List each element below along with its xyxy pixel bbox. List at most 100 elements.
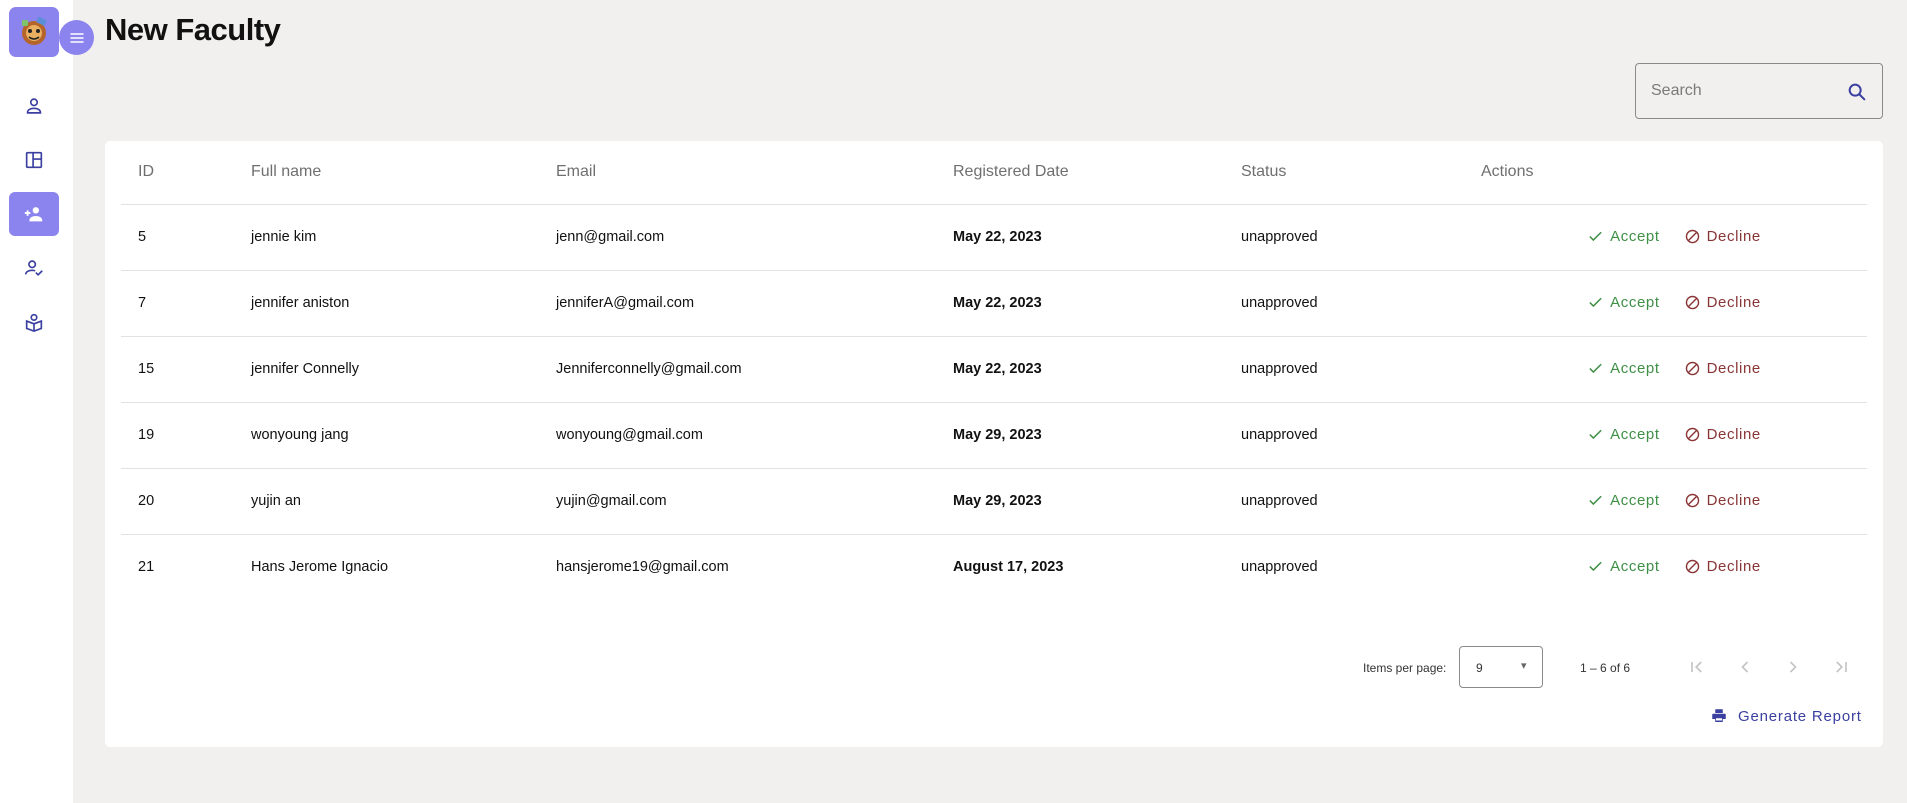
cell-status: unapproved xyxy=(1224,336,1464,403)
generate-report-label: Generate Report xyxy=(1738,707,1862,725)
page-range-label: 1 – 6 of 6 xyxy=(1580,661,1631,675)
col-header-status[interactable]: Status xyxy=(1224,141,1464,205)
table-body: 5 jennie kim jenn@gmail.com May 22, 2023 una… xyxy=(121,204,1867,600)
decline-label: Decline xyxy=(1706,293,1761,311)
decline-label: Decline xyxy=(1706,557,1761,575)
mascot-logo-icon xyxy=(22,16,47,45)
table-row: 15 jennifer Connelly Jenniferconnelly@gmai… xyxy=(121,336,1867,403)
school-book-icon xyxy=(25,313,43,333)
col-header-email[interactable]: Email xyxy=(539,141,936,205)
nav-item-courses[interactable] xyxy=(9,300,59,344)
cell-email: Jenniferconnelly@gmail.com xyxy=(539,336,936,403)
cell-registered-date: May 29, 2023 xyxy=(936,402,1224,469)
col-header-id[interactable]: ID xyxy=(121,141,234,205)
app-logo[interactable] xyxy=(9,7,59,57)
search-icon[interactable] xyxy=(1846,81,1868,103)
items-per-page-label: Items per page: xyxy=(1363,661,1447,675)
table-row: 21 Hans Jerome Ignacio hansjerome19@gmail.… xyxy=(121,534,1867,600)
cell-id: 15 xyxy=(121,336,234,403)
col-header-actions: Actions xyxy=(1464,141,1867,205)
table-row: 5 jennie kim jenn@gmail.com May 22, 2023 una… xyxy=(121,204,1867,271)
chevron-left-icon xyxy=(1741,661,1749,673)
first-page-button[interactable] xyxy=(1685,655,1709,679)
items-per-page-value: 9 xyxy=(1476,661,1483,675)
check-icon xyxy=(1589,429,1602,439)
cell-registered-date: August 17, 2023 xyxy=(953,559,1064,576)
check-icon xyxy=(1589,495,1602,505)
decline-button[interactable]: Decline xyxy=(1676,424,1769,445)
dashboard-icon xyxy=(25,151,43,169)
person-check-icon xyxy=(24,260,43,277)
cell-full-name: jennifer Connelly xyxy=(234,336,539,403)
menu-toggle-button[interactable] xyxy=(59,20,94,55)
decline-button[interactable]: Decline xyxy=(1676,490,1769,511)
accept-label: Accept xyxy=(1610,491,1660,509)
chevron-right-icon xyxy=(1789,661,1797,673)
printer-icon xyxy=(1712,709,1726,722)
decline-label: Decline xyxy=(1706,227,1761,245)
decline-button[interactable]: Decline xyxy=(1676,556,1769,577)
nav-item-approved-faculty[interactable] xyxy=(9,246,59,290)
accept-button[interactable]: Accept xyxy=(1579,424,1667,445)
decline-button[interactable]: Decline xyxy=(1676,358,1769,379)
cell-actions: Accept Decline xyxy=(1464,336,1867,403)
nav-item-dashboard[interactable] xyxy=(9,138,59,182)
decline-label: Decline xyxy=(1706,491,1761,509)
cell-status: unapproved xyxy=(1241,559,1318,576)
table-row: 19 wonyoung jang wonyoung@gmail.com May 29,… xyxy=(121,402,1867,469)
check-icon xyxy=(1589,231,1602,241)
cell-full-name: yujin an xyxy=(234,468,539,535)
generate-report-button[interactable]: Generate Report xyxy=(1710,701,1862,731)
col-header-full-name[interactable]: Full name xyxy=(234,141,539,205)
accept-button[interactable]: Accept xyxy=(1579,292,1667,313)
previous-page-button[interactable] xyxy=(1733,655,1757,679)
col-header-registered-date[interactable]: Registered Date xyxy=(936,141,1224,205)
cell-email: yujin@gmail.com xyxy=(539,468,936,535)
cell-email: hansjerome19@gmail.com xyxy=(556,559,729,576)
check-icon xyxy=(1589,561,1602,571)
accept-label: Accept xyxy=(1610,359,1660,377)
cell-status: unapproved xyxy=(1224,402,1464,469)
cell-id: 21 xyxy=(138,559,155,576)
decline-button[interactable]: Decline xyxy=(1676,292,1769,313)
cell-actions: Accept Decline xyxy=(1464,468,1867,535)
search-field[interactable] xyxy=(1635,63,1883,119)
items-per-page-select[interactable]: 9 ▾ xyxy=(1459,646,1543,688)
cell-actions: Accept Decline xyxy=(1464,204,1867,271)
page-title: New Faculty xyxy=(105,12,281,47)
cell-registered-date: May 22, 2023 xyxy=(936,336,1224,403)
cell-full-name: jennifer aniston xyxy=(234,270,539,337)
sidebar xyxy=(0,0,94,803)
accept-button[interactable]: Accept xyxy=(1579,556,1667,577)
first-page-icon xyxy=(1691,661,1702,673)
paginator: Items per page: 9 ▾ 1 – 6 of 6 xyxy=(105,646,1883,688)
person-icon xyxy=(26,98,42,114)
decline-button[interactable]: Decline xyxy=(1676,226,1769,247)
nav-item-profile[interactable] xyxy=(9,84,59,128)
table-row: 20 yujin an yujin@gmail.com May 29, 2023 una… xyxy=(121,468,1867,535)
accept-button[interactable]: Accept xyxy=(1579,490,1667,511)
table-row: 7 jennifer aniston jenniferA@gmail.com May … xyxy=(121,270,1867,337)
cell-email: jenn@gmail.com xyxy=(539,204,936,271)
faculty-table-card: ID Full name Email Registered Date Statu… xyxy=(105,141,1883,747)
cell-actions: Accept Decline xyxy=(1464,402,1867,469)
cell-status: unapproved xyxy=(1224,468,1464,535)
search-input[interactable] xyxy=(1636,64,1836,118)
last-page-button[interactable] xyxy=(1829,655,1853,679)
cell-full-name: wonyoung jang xyxy=(234,402,539,469)
cell-status: unapproved xyxy=(1224,204,1464,271)
next-page-button[interactable] xyxy=(1781,655,1805,679)
table-header-row: ID Full name Email Registered Date Statu… xyxy=(121,141,1867,205)
cell-id: 19 xyxy=(121,402,234,469)
cell-id: 5 xyxy=(121,204,234,271)
last-page-icon xyxy=(1836,661,1847,673)
nav-item-new-faculty[interactable] xyxy=(9,192,59,236)
block-icon xyxy=(1685,559,1699,573)
accept-button[interactable]: Accept xyxy=(1579,358,1667,379)
cell-registered-date: May 22, 2023 xyxy=(936,270,1224,337)
cell-email: jenniferA@gmail.com xyxy=(539,270,936,337)
check-icon xyxy=(1589,297,1602,307)
accept-label: Accept xyxy=(1610,227,1660,245)
accept-button[interactable]: Accept xyxy=(1579,226,1667,247)
block-icon xyxy=(1685,493,1699,507)
